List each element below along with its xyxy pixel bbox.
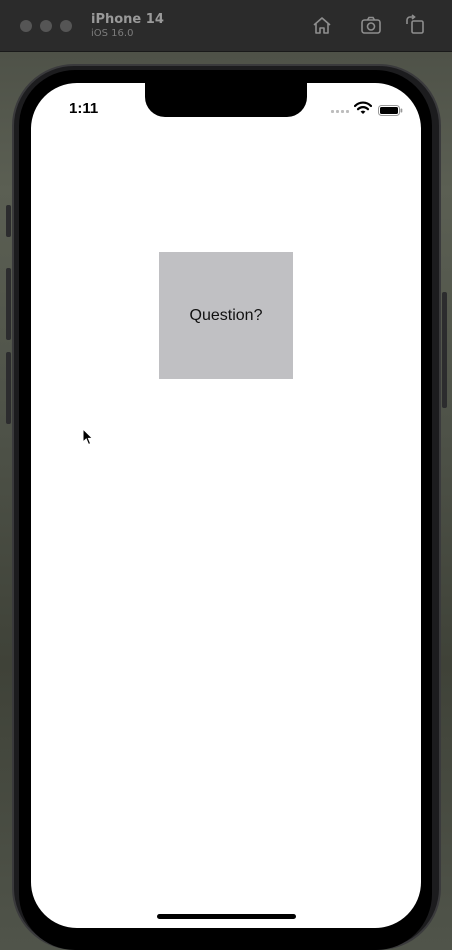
status-time: 1:11	[69, 100, 99, 117]
home-icon[interactable]	[311, 14, 333, 36]
status-icons	[331, 100, 406, 116]
device-name: iPhone 14	[91, 12, 164, 27]
mouse-pointer-icon	[82, 427, 94, 446]
question-label: Question?	[189, 306, 263, 324]
home-indicator[interactable]	[157, 914, 296, 919]
volume-down-button	[6, 352, 11, 424]
device-screen[interactable]: 1:11 Question?	[31, 83, 421, 928]
zoom-window-button[interactable]	[60, 20, 72, 32]
cellular-icon	[331, 107, 349, 113]
volume-up-button	[6, 268, 11, 340]
wifi-icon	[353, 101, 373, 115]
os-version: iOS 16.0	[91, 28, 134, 39]
simulator-titlebar: iPhone 14 iOS 16.0	[0, 0, 452, 52]
rotate-icon[interactable]	[404, 14, 426, 36]
battery-icon	[378, 103, 403, 116]
close-window-button[interactable]	[20, 20, 32, 32]
question-card[interactable]: Question?	[159, 252, 293, 379]
mute-switch	[6, 205, 11, 237]
notch	[145, 83, 307, 117]
screenshot-camera-icon[interactable]	[360, 14, 382, 36]
power-button	[442, 292, 447, 408]
minimize-window-button[interactable]	[40, 20, 52, 32]
